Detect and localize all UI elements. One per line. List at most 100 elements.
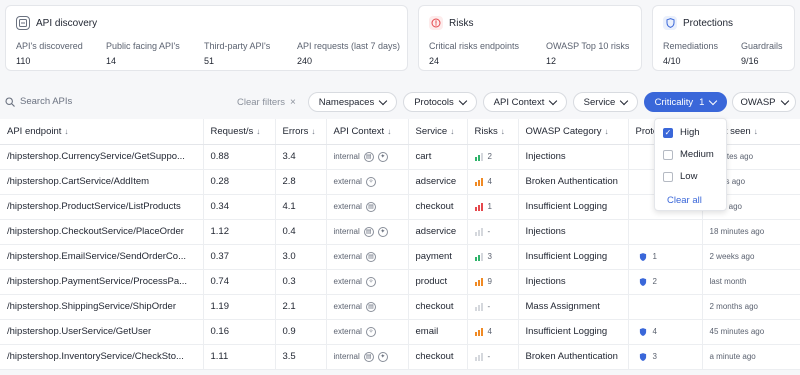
errors-cell: 4.1 [275, 194, 327, 220]
risk-alert-icon [429, 16, 443, 30]
risks-cell: 3 [467, 244, 519, 270]
owasp-cell: Insufficient Logging [518, 244, 629, 270]
shield-icon [663, 16, 677, 30]
table-row[interactable]: /hipstershop.PaymentService/ProcessPa...… [0, 269, 800, 295]
search-icon [5, 96, 15, 107]
metric-api-requests: API requests (last 7 days) 240 [297, 41, 401, 66]
endpoint-cell[interactable]: /hipstershop.ShippingService/ShipOrder [0, 294, 204, 320]
risk-bars-icon [474, 227, 483, 236]
risks-cell: - [467, 294, 519, 320]
endpoint-cell[interactable]: /hipstershop.InventoryService/CheckSto..… [0, 344, 204, 370]
chevron-down-icon [549, 96, 558, 105]
col-header-requests[interactable]: Request/s ↓ [203, 119, 276, 145]
endpoint-cell[interactable]: /hipstershop.PaymentService/ProcessPa... [0, 269, 204, 295]
risk-bar [480, 202, 483, 211]
table-row[interactable]: /hipstershop.EmailService/SendOrderCo...… [0, 244, 800, 270]
search-input[interactable]: Search APIs [5, 96, 72, 107]
metric-critical-risks: Critical risks endpoints 24 [429, 41, 520, 66]
chevron-down-icon [378, 96, 388, 105]
criticality-option-medium[interactable]: Medium [663, 149, 714, 160]
shield-icon [639, 277, 646, 286]
risks-cell: - [467, 344, 519, 370]
risk-bar [474, 256, 477, 261]
risk-bar [474, 306, 477, 311]
namespaces-filter-chip[interactable]: Namespaces [308, 92, 397, 112]
risks-cell: - [467, 219, 519, 245]
api-discovery-title: API discovery [16, 16, 97, 30]
errors-cell: 0.3 [275, 269, 327, 295]
risk-bar [477, 354, 480, 361]
database-icon: ▤ [363, 351, 374, 362]
last-seen-cell: last month [702, 269, 800, 295]
context-cell: external ✧ [326, 169, 409, 195]
col-header-owasp[interactable]: OWASP Category ↓ [518, 119, 629, 145]
table-row[interactable]: /hipstershop.ShippingService/ShipOrder 1.… [0, 294, 800, 320]
risk-bar [480, 352, 483, 361]
endpoint-cell[interactable]: /hipstershop.CheckoutService/PlaceOrder [0, 219, 204, 245]
risk-bar [474, 331, 477, 336]
clear-all-button[interactable]: Clear all [667, 195, 702, 206]
criticality-dropdown: ✓ High Medium Low Clear all [654, 118, 727, 211]
criticality-filter-chip[interactable]: Criticality 1 [644, 92, 727, 112]
protections-title: Protections [663, 16, 733, 30]
api-context-filter-chip[interactable]: API Context [483, 92, 567, 112]
service-cell: cart [408, 144, 468, 170]
last-seen-cell: 2 weeks ago [702, 244, 800, 270]
checkbox-icon[interactable] [663, 171, 673, 182]
risk-bars-icon [474, 302, 483, 311]
col-header-service[interactable]: Service ↓ [408, 119, 468, 145]
puzzle-icon: ✦ [377, 351, 388, 362]
owasp-cell: Injections [518, 219, 629, 245]
service-cell: payment [408, 244, 468, 270]
table-row[interactable]: /hipstershop.CheckoutService/PlaceOrder 1… [0, 219, 800, 245]
context-cell: internal ▤ ✦ [326, 219, 409, 245]
risk-bar [474, 231, 477, 236]
sparkle-icon: ✧ [365, 276, 376, 287]
puzzle-icon: ✦ [377, 151, 388, 162]
requests-cell: 1.19 [203, 294, 276, 320]
risk-bar [477, 179, 480, 186]
protections-cell [628, 219, 703, 245]
context-cell: external ▤ [326, 244, 409, 270]
protections-cell: 1 [628, 244, 703, 270]
service-filter-chip[interactable]: Service [573, 92, 638, 112]
requests-cell: 0.34 [203, 194, 276, 220]
criticality-option-low[interactable]: Low [663, 171, 697, 182]
database-icon: ▤ [363, 151, 374, 162]
table-row[interactable]: /hipstershop.UserService/GetUser 0.16 0.9 e… [0, 319, 800, 345]
col-header-risks[interactable]: Risks ↓ [467, 119, 519, 145]
sparkle-icon: ✧ [365, 176, 376, 187]
endpoint-cell[interactable]: /hipstershop.UserService/GetUser [0, 319, 204, 345]
endpoint-cell[interactable]: /hipstershop.CartService/AddItem [0, 169, 204, 195]
owasp-cell: Injections [518, 269, 629, 295]
requests-cell: 1.12 [203, 219, 276, 245]
risk-bar [477, 304, 480, 311]
metric-public-facing: Public facing API's 14 [106, 41, 180, 66]
risk-bar [480, 277, 483, 286]
table-row[interactable]: /hipstershop.InventoryService/CheckSto..… [0, 344, 800, 370]
owasp-filter-chip[interactable]: OWASP [732, 92, 796, 112]
risks-cell: 4 [467, 169, 519, 195]
errors-cell: 2.1 [275, 294, 327, 320]
metric-owasp-top10: OWASP Top 10 risks 12 [546, 41, 630, 66]
risk-bar [480, 152, 483, 161]
criticality-option-high[interactable]: ✓ High [663, 127, 700, 138]
endpoint-cell[interactable]: /hipstershop.ProductService/ListProducts [0, 194, 204, 220]
last-seen-cell: 45 minutes ago [702, 319, 800, 345]
col-header-api-context[interactable]: API Context ↓ [326, 119, 409, 145]
col-header-endpoint[interactable]: API endpoint ↓ [0, 119, 204, 145]
protections-card: Protections Remediations 4/10 Guardrails 9… [652, 5, 795, 71]
risk-bars-icon [474, 252, 483, 261]
checkbox-checked-icon[interactable]: ✓ [663, 127, 673, 138]
criticality-count: 1 [699, 96, 705, 108]
col-header-errors[interactable]: Errors ↓ [275, 119, 327, 145]
protections-cell: 3 [628, 344, 703, 370]
clear-filters-button[interactable]: Clear filters × [237, 97, 296, 108]
errors-cell: 0.4 [275, 219, 327, 245]
protocols-filter-chip[interactable]: Protocols [403, 92, 477, 112]
errors-cell: 0.9 [275, 319, 327, 345]
chevron-down-icon [709, 96, 718, 105]
checkbox-icon[interactable] [663, 149, 673, 160]
endpoint-cell[interactable]: /hipstershop.EmailService/SendOrderCo... [0, 244, 204, 270]
endpoint-cell[interactable]: /hipstershop.CurrencyService/GetSuppo... [0, 144, 204, 170]
